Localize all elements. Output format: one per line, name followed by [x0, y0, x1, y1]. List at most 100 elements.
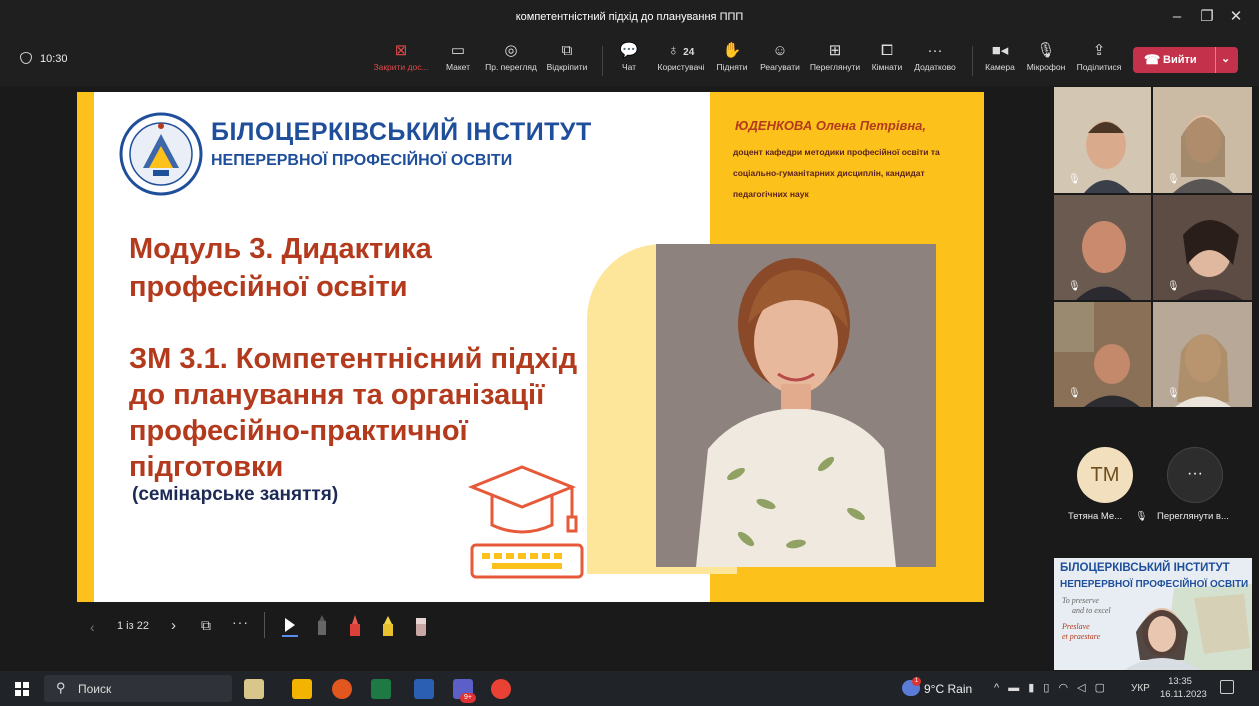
title-bar: компетентністний підхід до планування ПП… [0, 0, 1259, 36]
participant-video[interactable]: 🎙 [1153, 302, 1252, 407]
muted-mic-icon: 🎙 [1135, 511, 1148, 522]
close-share-icon: ⊠ [394, 42, 408, 59]
view-icon: ⊞ [828, 42, 842, 59]
participant-count: 24 [683, 47, 695, 58]
close-icon[interactable]: ✕ [1222, 6, 1250, 28]
camera-icon: ■◂ [991, 42, 1009, 59]
slide-grid-icon[interactable]: ⧉ [201, 617, 211, 634]
previous-slide-icon[interactable]: ‹ [90, 619, 95, 635]
muted-mic-icon: 🎙 [1068, 388, 1081, 399]
weather-text[interactable]: 9°C Rain [924, 682, 972, 696]
microphone-button[interactable]: 🎙 Мікрофон [1022, 40, 1070, 82]
pointer-tool-icon[interactable] [281, 612, 299, 638]
microphone-icon: 🎙 [1036, 42, 1056, 59]
highlighter-icon[interactable] [379, 612, 397, 638]
self-view-banner-line1: БІЛОЦЕРКІВСЬКИЙ ІНСТИТУТ [1060, 562, 1230, 574]
author-description: доцент кафедри методики професійної осві… [733, 147, 940, 199]
file-explorer-icon[interactable] [292, 679, 312, 699]
participant-video[interactable]: 🎙 [1054, 302, 1151, 407]
preview-button[interactable]: ◎ Пр. перегляд [481, 40, 541, 82]
react-button[interactable]: ☺ Реагувати [757, 40, 803, 82]
participant-video[interactable]: 🎙 [1054, 87, 1151, 193]
author-photo [656, 244, 936, 567]
author-name: ЮДЕНКОВА Олена Петрівна, [735, 118, 927, 133]
graduation-cap-icon [467, 465, 584, 579]
share-icon: ⇪ [1092, 42, 1106, 59]
teams-badge: 9+ [460, 693, 476, 703]
hang-up-icon: ☎ [1144, 52, 1161, 67]
word-icon[interactable] [414, 679, 434, 699]
slide-left-bar [77, 92, 94, 602]
rooms-icon: ⧠ [880, 42, 893, 59]
camera-button[interactable]: ■◂ Камера [982, 40, 1018, 82]
layout-icon: ▭ [450, 42, 466, 59]
react-icon: ☺ [772, 42, 788, 59]
more-icon: ··· [927, 42, 943, 59]
rooms-button[interactable]: ⧠ Кімнати [867, 40, 907, 82]
view-all-label[interactable]: Переглянути в... [1157, 511, 1229, 522]
toolbar-divider [602, 46, 603, 76]
self-view-motto: et praestare [1062, 632, 1101, 641]
eraser-icon[interactable] [412, 612, 430, 638]
more-actions-button[interactable]: ··· Додатково [910, 40, 960, 82]
clock-time: 13:35 [1168, 676, 1192, 687]
self-view-banner-line2: НЕПЕРЕРВНОЇ ПРОФЕСІЙНОЇ ОСВІТИ [1060, 579, 1249, 590]
chat-icon: 💬 [619, 42, 639, 59]
chat-button[interactable]: 💬 Чат [614, 40, 644, 82]
raise-hand-button[interactable]: ✋ Підняти [714, 40, 750, 82]
layout-button[interactable]: ▭ Макет [440, 40, 476, 82]
more-participants-button[interactable]: ··· [1167, 447, 1223, 503]
share-button[interactable]: ⇪ Поділитися [1074, 40, 1124, 82]
pop-out-icon: ⧉ [561, 42, 573, 59]
chrome-icon[interactable] [491, 679, 511, 699]
module-title: Модуль 3. Дидактика професійної освіти [129, 233, 432, 303]
pop-out-button[interactable]: ⧉ Відкріпити [542, 40, 592, 82]
muted-mic-icon: 🎙 [1068, 174, 1081, 185]
window-title: компетентністний підхід до планування ПП… [515, 11, 744, 23]
clock-date: 16.11.2023 [1160, 689, 1207, 700]
excel-icon[interactable] [371, 679, 391, 699]
muted-mic-icon: 🎙 [1167, 281, 1180, 292]
firefox-icon[interactable] [332, 679, 352, 699]
shield-icon [20, 52, 32, 64]
slide-more-icon[interactable]: ··· [232, 614, 249, 630]
maximize-icon[interactable]: ❐ [1193, 6, 1221, 28]
self-view-motto: To preserve [1062, 596, 1099, 605]
minimize-icon[interactable]: – [1163, 6, 1191, 28]
muted-mic-icon: 🎙 [1068, 281, 1081, 292]
view-button[interactable]: ⊞ Переглянути [806, 40, 864, 82]
participant-video[interactable]: 🎙 [1153, 195, 1252, 300]
page-indicator: 1 із 22 [117, 620, 149, 632]
toolbar-divider [972, 46, 973, 76]
muted-mic-icon: 🎙 [1167, 174, 1180, 185]
self-view-video[interactable]: БІЛОЦЕРКІВСЬКИЙ ІНСТИТУТ НЕПЕРЕРВНОЇ ПРО… [1054, 558, 1252, 670]
red-marker-icon[interactable] [346, 612, 364, 638]
system-tray-icons[interactable]: ^ ▬ ▮ ▯ ◠ ◁ ▢ [994, 681, 1108, 694]
topic-subtitle: (семінарське заняття) [132, 484, 339, 505]
stop-sharing-button[interactable]: ⊠ Закрити дос... [368, 40, 434, 82]
widget-icon[interactable] [244, 679, 264, 699]
weather-badge: 1 [912, 677, 921, 686]
language-indicator[interactable]: УКР [1131, 683, 1150, 694]
self-view-motto: Preslave [1062, 622, 1090, 631]
raise-hand-icon: ✋ [722, 42, 742, 59]
windows-start-icon[interactable] [15, 682, 29, 696]
chevron-down-icon[interactable]: ⌄ [1221, 52, 1230, 65]
pen-tool-icon[interactable] [313, 612, 331, 638]
muted-mic-icon: 🎙 [1167, 388, 1180, 399]
self-view-motto: and to excel [1072, 606, 1111, 615]
next-slide-icon[interactable]: › [171, 617, 176, 634]
participant-video[interactable]: 🎙 [1054, 195, 1151, 300]
preview-icon: ◎ [504, 42, 518, 59]
people-button[interactable]: ♁ 24 Користувачі [653, 40, 709, 82]
taskbar-clock[interactable]: 13:35 16.11.2023 [1160, 675, 1207, 701]
meeting-toolbar: 10:30 ⊠ Закрити дос... ▭ Макет ◎ Пр. перегл… [0, 36, 1259, 86]
notification-icon[interactable] [1220, 680, 1234, 694]
leave-divider [1215, 47, 1216, 73]
taskbar-search[interactable]: ⚲ Поиск [44, 675, 232, 702]
participant-avatar[interactable]: ТМ [1077, 447, 1133, 503]
institute-name-line2: НЕПЕРЕРВНОЇ ПРОФЕСІЙНОЇ ОСВІТИ [211, 152, 513, 169]
controls-divider [264, 612, 265, 638]
leave-button[interactable]: ☎ Вийти ⌄ [1133, 47, 1238, 73]
participant-video[interactable]: 🎙 [1153, 87, 1252, 193]
